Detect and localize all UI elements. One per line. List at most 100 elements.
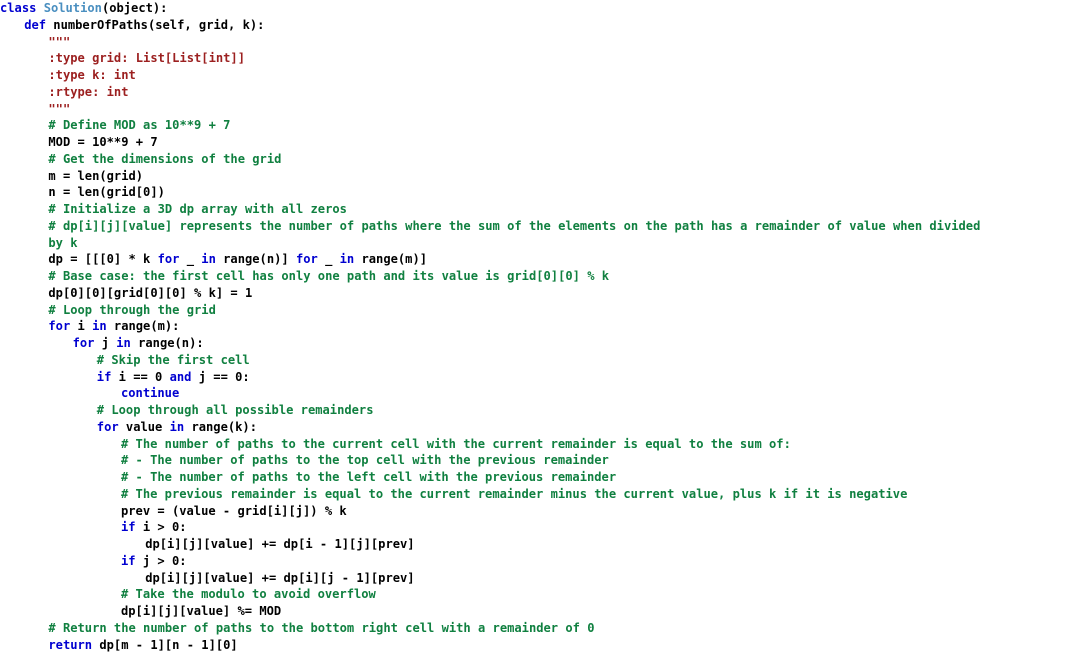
code-token-kw: for bbox=[295, 252, 318, 267]
code-line: n = len(grid[0]) bbox=[0, 184, 1066, 201]
code-token-plain: i bbox=[70, 319, 93, 334]
code-token-str: :rtype: int bbox=[48, 84, 129, 99]
code-line: by k bbox=[0, 235, 1066, 252]
code-token-kw: def bbox=[24, 17, 47, 32]
code-token-kw: and bbox=[169, 369, 192, 384]
code-line: class Solution(object): bbox=[0, 0, 1066, 17]
code-line: return dp[m - 1][n - 1][0] bbox=[0, 637, 1066, 654]
code-line: m = len(grid) bbox=[0, 168, 1066, 185]
code-token-plain: range(n)] bbox=[215, 252, 296, 267]
code-line: def numberOfPaths(self, grid, k): bbox=[0, 17, 1066, 34]
code-token-plain: dp[i][j][value] %= MOD bbox=[121, 604, 282, 618]
code-line: # The number of paths to the current cel… bbox=[0, 436, 1066, 453]
code-line: # Loop through the grid bbox=[0, 302, 1066, 319]
code-token-plain: range(k): bbox=[184, 419, 257, 434]
code-token-kw: in bbox=[92, 319, 107, 334]
code-line: MOD = 10**9 + 7 bbox=[0, 134, 1066, 151]
code-token-kw: in bbox=[201, 252, 216, 267]
code-token-plain: _ bbox=[317, 252, 340, 267]
code-line: # - The number of paths to the top cell … bbox=[0, 452, 1066, 469]
code-line: if i == 0 and j == 0: bbox=[0, 369, 1066, 386]
code-token-plain: range(m): bbox=[106, 319, 180, 334]
code-token-plain: dp[m - 1][n - 1][0] bbox=[92, 637, 238, 652]
code-line: # - The number of paths to the left cell… bbox=[0, 469, 1066, 486]
code-token-kw: in bbox=[116, 336, 131, 350]
code-token-cmt: # Base case: the first cell has only one… bbox=[48, 269, 610, 283]
code-token-cmt: # The previous remainder is equal to the… bbox=[121, 486, 908, 501]
code-line: :type k: int bbox=[0, 67, 1066, 84]
code-line: # Skip the first cell bbox=[0, 352, 1066, 369]
code-token-plain: n = len(grid[0]) bbox=[48, 185, 165, 200]
code-token-cmt: # Define MOD as 10**9 + 7 bbox=[48, 118, 231, 133]
code-token-cmt: by k bbox=[48, 235, 78, 250]
code-token-plain: value bbox=[118, 419, 170, 434]
code-token-kw: in bbox=[339, 252, 355, 267]
code-token-plain: dp[i][j][value] += dp[i - 1][j][prev] bbox=[145, 537, 415, 551]
code-line: for value in range(k): bbox=[0, 419, 1066, 436]
code-token-str: """ bbox=[48, 34, 71, 49]
code-token-cmt: # Return the number of paths to the bott… bbox=[48, 620, 595, 635]
code-token-kw: for bbox=[72, 336, 95, 350]
code-line: dp[i][j][value] += dp[i][j - 1][prev] bbox=[0, 570, 1066, 587]
code-token-plain: dp[0][0][grid[0][0] % k] = 1 bbox=[48, 285, 253, 300]
code-line: # Base case: the first cell has only one… bbox=[0, 268, 1066, 285]
code-line: # Define MOD as 10**9 + 7 bbox=[0, 117, 1066, 134]
code-line: continue bbox=[0, 385, 1066, 402]
code-line: :rtype: int bbox=[0, 84, 1066, 101]
code-token-kw: if bbox=[121, 520, 136, 535]
code-line: dp[i][j][value] += dp[i - 1][j][prev] bbox=[0, 536, 1066, 553]
code-token-cls: Solution bbox=[43, 1, 102, 15]
code-token-kw: for bbox=[48, 319, 71, 334]
code-token-cmt: # - The number of paths to the left cell… bbox=[121, 470, 617, 484]
code-line: dp[0][0][grid[0][0] % k] = 1 bbox=[0, 285, 1066, 302]
code-line: dp[i][j][value] %= MOD bbox=[0, 603, 1066, 620]
code-token-cmt: # Skip the first cell bbox=[96, 352, 250, 367]
code-token-cmt: # - The number of paths to the top cell … bbox=[121, 453, 609, 468]
code-line: """ bbox=[0, 34, 1066, 51]
code-line: :type grid: List[List[int]] bbox=[0, 50, 1066, 67]
code-line: # Return the number of paths to the bott… bbox=[0, 620, 1066, 637]
code-token-kw: class bbox=[0, 1, 37, 15]
code-token-cmt: # The number of paths to the current cel… bbox=[121, 436, 791, 451]
code-token-str: """ bbox=[48, 101, 71, 116]
code-token-str: :type grid: List[List[int]] bbox=[48, 51, 245, 66]
code-line: # The previous remainder is equal to the… bbox=[0, 486, 1066, 503]
code-token-cmt: # Take the modulo to avoid overflow bbox=[121, 587, 376, 602]
code-token-plain: numberOfPaths(self, grid, k): bbox=[46, 17, 265, 32]
code-line: # Get the dimensions of the grid bbox=[0, 151, 1066, 168]
code-line: # Take the modulo to avoid overflow bbox=[0, 586, 1066, 603]
code-line: """ bbox=[0, 101, 1066, 118]
code-token-kw: if bbox=[121, 553, 136, 568]
code-line: for i in range(m): bbox=[0, 318, 1066, 335]
code-token-cmt: # Loop through the grid bbox=[48, 302, 216, 317]
code-line: if j > 0: bbox=[0, 553, 1066, 570]
code-token-plain: dp[i][j][value] += dp[i][j - 1][prev] bbox=[145, 570, 415, 585]
code-token-plain: _ bbox=[179, 252, 202, 267]
code-token-kw: if bbox=[96, 369, 112, 384]
code-token-cmt: # dp[i][j][value] represents the number … bbox=[48, 218, 981, 233]
code-line: if i > 0: bbox=[0, 519, 1066, 536]
code-token-plain: j > 0: bbox=[135, 553, 187, 568]
code-token-cmt: # Loop through all possible remainders bbox=[96, 403, 374, 417]
code-line: # Initialize a 3D dp array with all zero… bbox=[0, 201, 1066, 218]
code-token-plain: MOD = 10**9 + 7 bbox=[48, 135, 158, 149]
code-token-plain: i > 0: bbox=[135, 520, 187, 535]
code-line: # dp[i][j][value] represents the number … bbox=[0, 218, 1066, 235]
code-editor-view[interactable]: class Solution(object): def numberOfPaths… bbox=[0, 0, 1066, 664]
code-token-plain: range(n): bbox=[130, 336, 204, 350]
code-line: dp = [[[0] * k for _ in range(n)] for _ … bbox=[0, 251, 1066, 268]
code-token-plain: (object): bbox=[101, 1, 168, 15]
code-token-plain: j == 0: bbox=[191, 369, 250, 384]
code-token-kw: for bbox=[96, 419, 119, 434]
code-token-kw: in bbox=[169, 419, 185, 434]
code-token-kw: for bbox=[157, 252, 180, 267]
code-token-plain: j bbox=[94, 336, 117, 350]
code-line: prev = (value - grid[i][j]) % k bbox=[0, 503, 1066, 520]
code-token-plain: i == 0 bbox=[111, 369, 170, 384]
code-token-plain: m = len(grid) bbox=[48, 168, 144, 183]
code-token-kw: return bbox=[48, 637, 93, 652]
code-line: for j in range(n): bbox=[0, 335, 1066, 352]
code-token-plain: range(m)] bbox=[354, 252, 428, 267]
code-token-kw: continue bbox=[121, 386, 180, 401]
